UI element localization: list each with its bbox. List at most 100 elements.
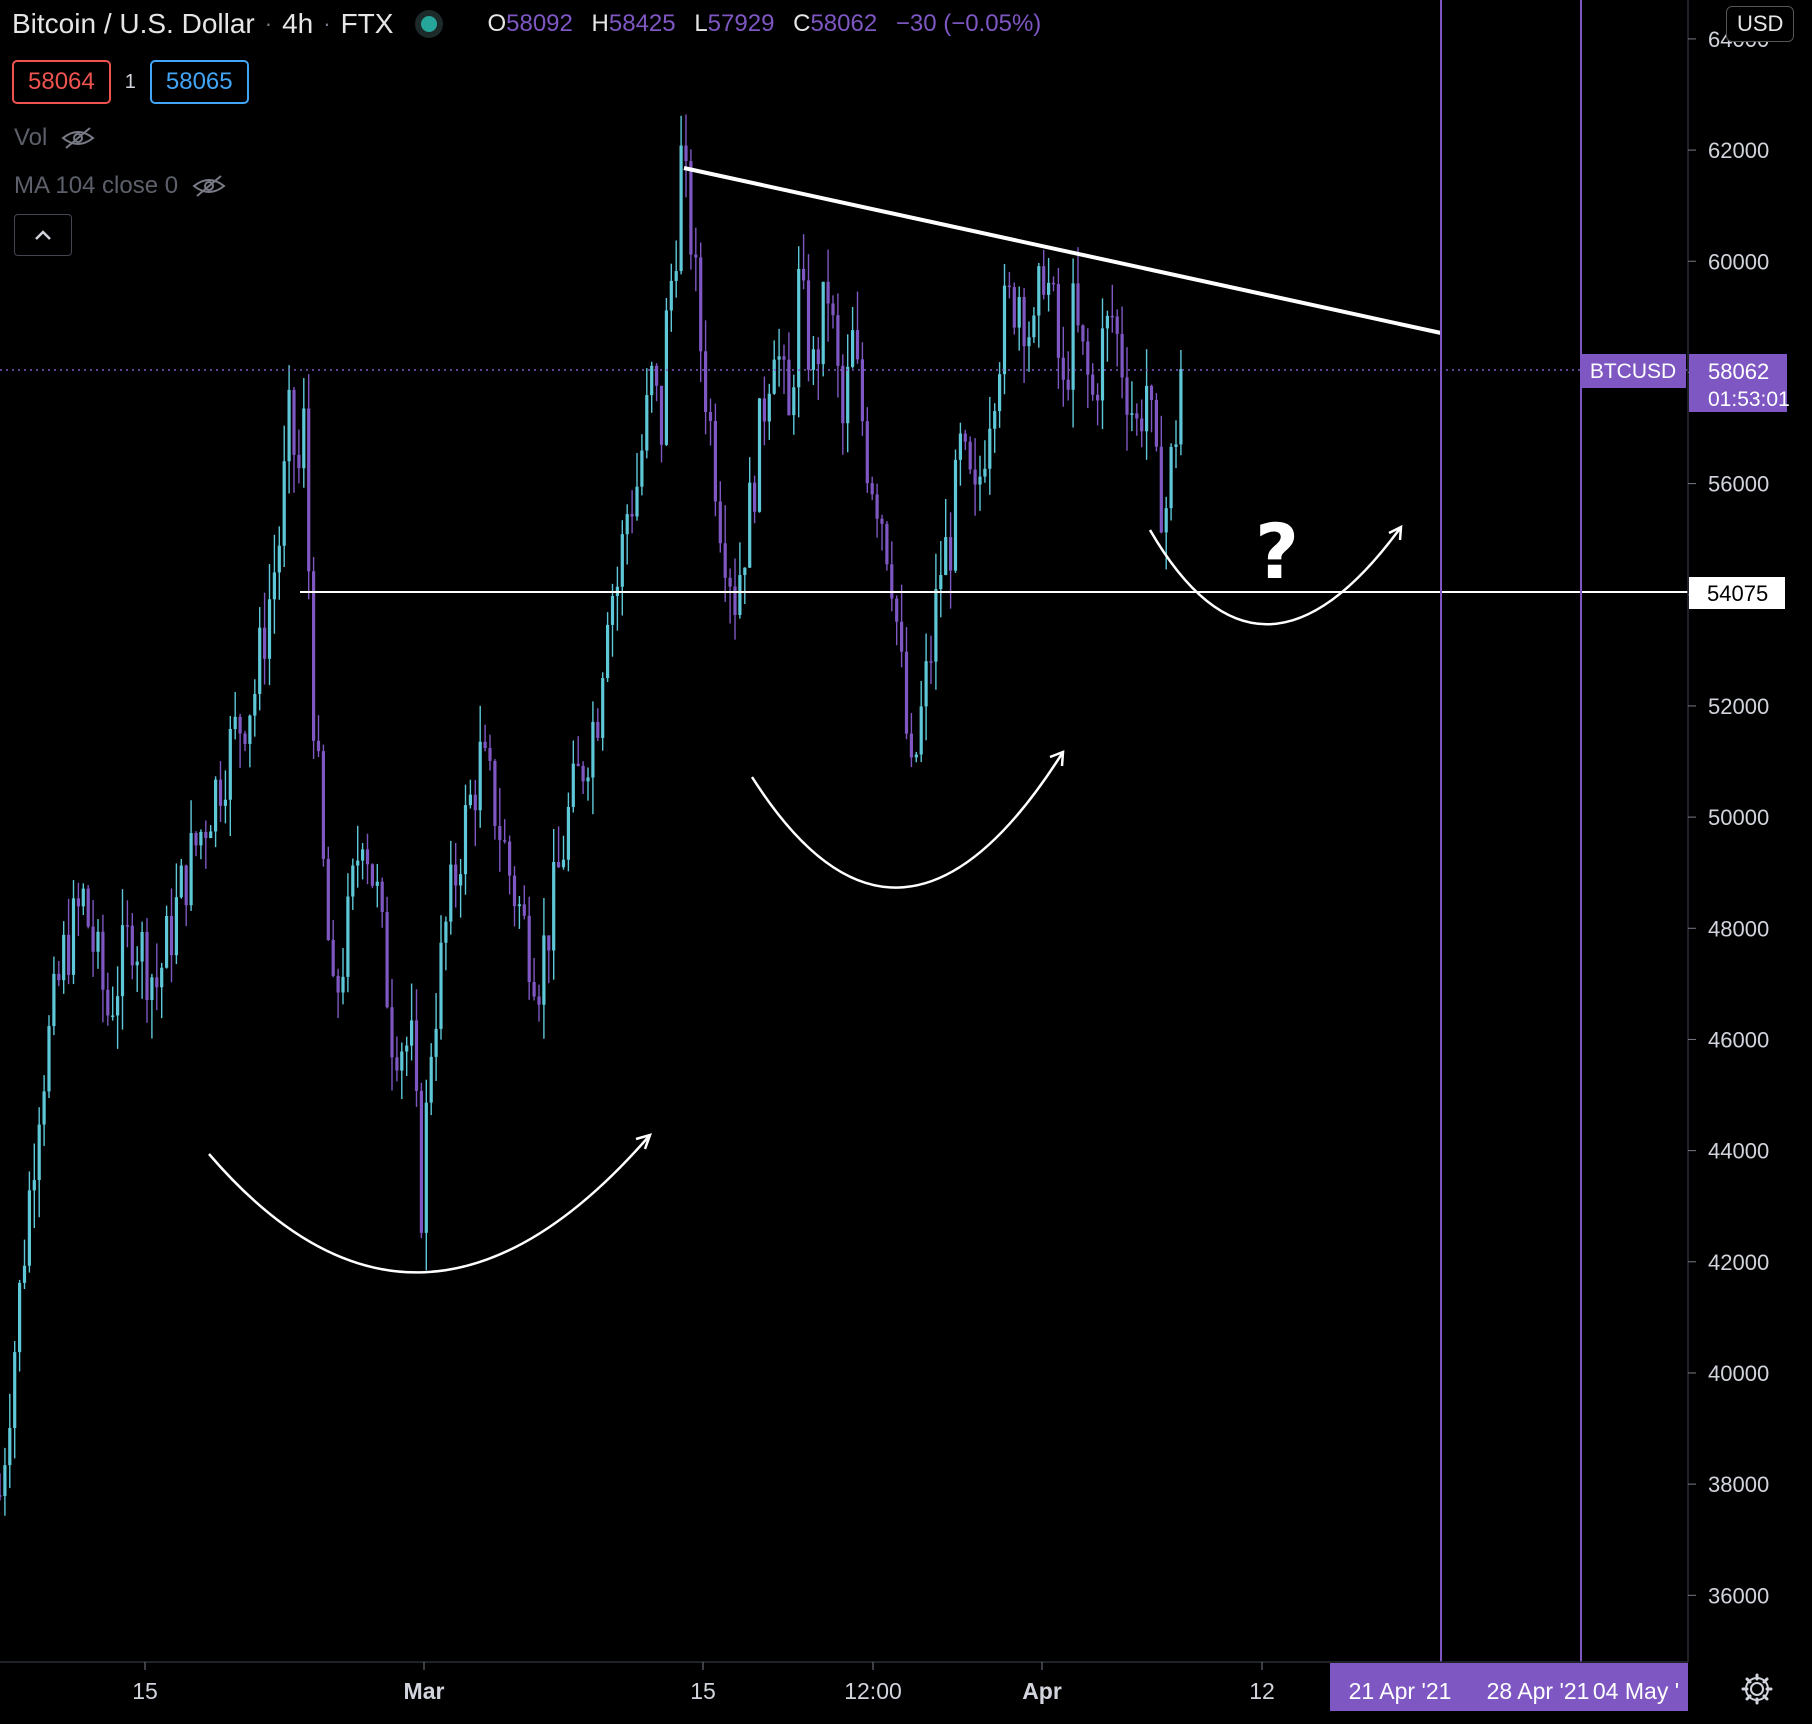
countdown-value: 01:53:01 [1708,388,1790,411]
candle-body [165,915,169,968]
currency-button[interactable]: USD [1726,6,1795,42]
interval-label[interactable]: 4h [282,8,313,40]
x-future-label: 04 May ' [1593,1678,1679,1704]
candle-body [998,374,1002,412]
candle-body [13,1352,17,1428]
candle-body [493,760,497,826]
candle-body [1130,413,1134,415]
candle-body [851,330,855,367]
candle-body [1140,418,1144,432]
candle-body [630,514,634,517]
candle-body [1179,368,1183,445]
candle-body [150,977,154,1000]
candle-body [694,254,698,258]
candle-body [468,794,472,806]
candle-body [22,1265,27,1283]
candle-body [1061,357,1065,380]
indicator-ma[interactable]: MA 104 close 0 [14,172,226,200]
candle-body [816,349,820,365]
candle-body [1051,282,1056,285]
candle-body [341,976,345,993]
candle-body [846,366,850,424]
candle-body [659,385,664,445]
buy-price-button[interactable]: 58065 [149,60,249,104]
candle-body [880,518,884,524]
candle-body [581,765,585,782]
candle-body [380,881,384,912]
quote-boxes: 58064 1 58065 [12,60,249,104]
candle-body [37,1124,41,1181]
price-chart[interactable]: ? 36000 38000 40000 42000 44000 46000 48000 500… [0,0,1812,1724]
candle-body [228,729,232,800]
x-tick-label: Mar [404,1678,445,1704]
candle-body [904,651,909,734]
candle-body [351,865,355,897]
candle-body [277,545,281,573]
candle-body [542,935,546,1005]
candle-body [890,564,894,599]
candle-body [537,996,541,1005]
indicator-volume[interactable]: Vol [14,124,95,152]
eye-hidden-icon[interactable] [61,126,95,150]
candle-body [498,825,502,841]
candle-body [292,389,296,455]
candle-body [1091,374,1095,395]
candle-body [1149,385,1154,400]
candle-body [32,1180,36,1191]
candle-body [27,1190,31,1266]
price-axis: 36000 38000 40000 42000 44000 46000 48000 50000… [1580,0,1790,1662]
candle-body [429,1056,433,1103]
candle-body [855,330,860,360]
candle-body [488,748,492,761]
collapse-legend-button[interactable] [14,214,72,256]
candle-body [1066,379,1070,390]
candle-body [1145,385,1149,432]
spread-value: 1 [124,70,136,93]
candle-body [527,915,531,982]
cup-arc-1 [208,1134,651,1274]
sell-price-button[interactable]: 58064 [12,60,111,104]
candle-body [503,840,507,842]
candle-body [669,280,673,311]
candle-body [76,898,80,907]
gear-icon[interactable] [1740,1672,1774,1706]
indicator-label: Vol [14,124,48,151]
candle-body [870,483,874,495]
candle-body [674,271,678,281]
candle-body [410,1020,414,1046]
cup-arc-2 [750,751,1065,889]
indicator-label: MA 104 close 0 [14,172,179,199]
candle-body [1076,283,1080,326]
candle-body [81,888,85,907]
candle-body [214,779,218,832]
candle-body [385,911,389,1008]
eye-hidden-icon[interactable] [192,174,226,198]
candle-body [307,408,311,572]
candle-body [557,861,561,868]
candle-body [463,805,468,875]
candle-body [120,925,125,997]
candle-body [512,875,517,907]
candle-body [596,721,600,738]
candle-body [101,931,105,990]
candle-body [3,1465,7,1496]
open-value: 58092 [506,10,573,37]
candle-body [885,523,889,565]
high-value: 58425 [608,10,676,37]
y-tick-label: 48000 [1708,916,1769,941]
candle-body [576,763,580,766]
candle-body [199,831,203,846]
candle-body [1012,287,1016,328]
candle-body [253,693,257,716]
candles-group [0,114,1183,1516]
candle-body [802,268,806,281]
candle-body [1120,333,1124,378]
candle-body [1056,284,1060,358]
symbol-name[interactable]: Bitcoin / U.S. Dollar [12,8,255,40]
candle-body [610,596,615,625]
candle-body [223,799,227,806]
candle-body [263,627,267,659]
candle-body [909,733,913,758]
low-value: 57929 [707,10,775,37]
candle-body [116,996,120,1016]
